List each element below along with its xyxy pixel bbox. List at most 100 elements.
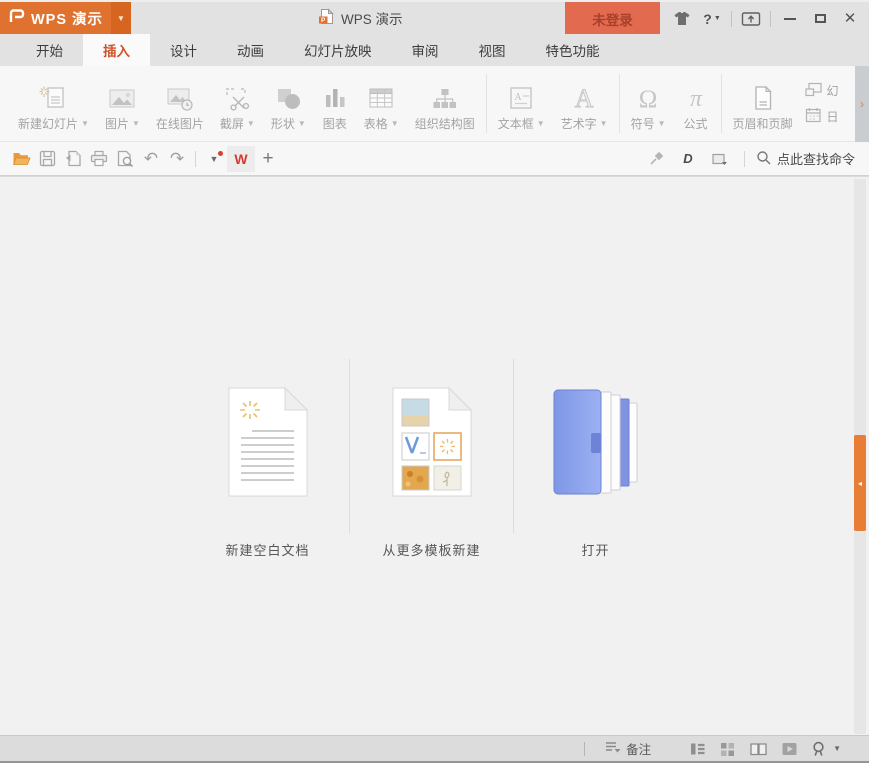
wps-logo-icon	[9, 8, 25, 28]
login-button[interactable]: 未登录	[565, 2, 660, 35]
tab-view[interactable]: 视图	[459, 34, 526, 66]
open-file-launcher-button[interactable]: 打开	[514, 359, 677, 559]
tab-home[interactable]: 开始	[16, 34, 83, 66]
share-button[interactable]	[707, 146, 733, 172]
divider	[770, 11, 771, 27]
screenshot-button[interactable]: 截屏▼	[212, 66, 263, 141]
dropdown-icon: ▼	[298, 119, 306, 128]
dropdown-icon: ▼	[247, 119, 255, 128]
ribbon-group-divider	[721, 74, 722, 133]
slide-number-button[interactable]: 幻	[805, 82, 857, 100]
wps-writer-doc-tab[interactable]: W	[227, 146, 255, 172]
start-page: 新建空白文档 从更多模板新建	[0, 176, 869, 735]
launch-label: 新建空白文档	[225, 540, 309, 559]
svg-text:Ω: Ω	[639, 86, 658, 113]
template-document-icon	[392, 387, 472, 502]
task-pane-expander[interactable]: ◂	[854, 435, 866, 531]
chart-button[interactable]: 图表	[314, 66, 356, 141]
divider	[195, 151, 196, 167]
tab-special-features[interactable]: 特色功能	[526, 34, 620, 66]
launch-label: 从更多模板新建	[382, 540, 480, 559]
new-slide-icon	[38, 81, 68, 115]
print-preview-button[interactable]	[112, 146, 138, 172]
symbol-button[interactable]: Ω 符号▼	[623, 66, 674, 141]
shapes-button[interactable]: 形状▼	[263, 66, 314, 141]
tools-pin-icon[interactable]	[643, 146, 669, 172]
export-pdf-button[interactable]	[60, 146, 86, 172]
search-hint-text: 点此查找命令	[777, 149, 855, 168]
blank-document-icon	[228, 387, 308, 502]
print-button[interactable]	[86, 146, 112, 172]
command-search[interactable]: 点此查找命令	[756, 149, 855, 168]
picture-icon	[108, 81, 136, 115]
quick-access-toolbar: ↶ ↷ ▼ W + D 点此查找命令	[0, 142, 869, 176]
minimize-button[interactable]	[777, 7, 803, 31]
word-art-icon: A	[570, 81, 598, 115]
header-footer-button[interactable]: 页眉和页脚	[725, 66, 801, 141]
tab-design[interactable]: 设计	[150, 34, 217, 66]
ribbon-scroll-right-button[interactable]: ›	[855, 66, 869, 142]
redo-button[interactable]: ↷	[164, 146, 190, 172]
table-button[interactable]: 表格▼	[356, 66, 407, 141]
maximize-button[interactable]	[807, 7, 833, 31]
text-box-button[interactable]: A 文本框▼	[490, 66, 553, 141]
collapse-ribbon-button[interactable]	[738, 7, 764, 31]
app-button-label: WPS 演示	[31, 8, 103, 29]
expand-arrow-icon: ◂	[858, 479, 862, 488]
help-dropdown-icon: ▼	[714, 15, 721, 22]
dropdown-icon: ▼	[537, 119, 545, 128]
tab-insert[interactable]: 插入	[83, 34, 150, 66]
new-from-template-button[interactable]: 从更多模板新建	[350, 359, 513, 559]
date-time-icon	[805, 107, 822, 126]
mode-medal-button[interactable]	[811, 741, 826, 757]
formula-pi-icon: π	[682, 81, 710, 115]
reading-view-button[interactable]	[749, 741, 768, 757]
dropdown-icon: ▼	[81, 119, 89, 128]
customize-toolbar-button[interactable]: ▼	[201, 146, 227, 172]
chart-icon	[322, 81, 348, 115]
document-title-text: WPS 演示	[341, 8, 403, 28]
dropdown-icon: ▼	[391, 119, 399, 128]
open-file-button[interactable]	[8, 146, 34, 172]
ribbon-group-divider	[619, 74, 620, 133]
tab-slideshow[interactable]: 幻灯片放映	[284, 34, 392, 66]
app-menu-dropdown-icon[interactable]: ▼	[111, 2, 131, 34]
document-icon: P	[318, 8, 334, 28]
title-bar: WPS 演示 ▼ P WPS 演示 未登录 ?▼ ✕	[0, 0, 869, 34]
svg-text:π: π	[690, 86, 703, 112]
skin-icon[interactable]	[669, 7, 695, 31]
search-icon	[756, 150, 771, 168]
svg-text:A: A	[575, 84, 594, 113]
app-menu-button[interactable]: WPS 演示 ▼	[0, 2, 131, 34]
mode-dropdown-icon[interactable]: ▼	[833, 744, 841, 753]
picture-button[interactable]: 图片▼	[97, 66, 148, 141]
shapes-icon	[275, 81, 302, 115]
org-chart-button[interactable]: 组织结构图	[407, 66, 483, 141]
word-art-button[interactable]: A 艺术字▼	[553, 66, 616, 141]
svg-text:A: A	[515, 92, 523, 103]
docer-templates-button[interactable]: D	[675, 146, 701, 172]
undo-button[interactable]: ↶	[138, 146, 164, 172]
divider	[744, 151, 745, 167]
normal-view-button[interactable]	[689, 741, 706, 757]
ribbon-group-divider	[486, 74, 487, 133]
close-button[interactable]: ✕	[837, 7, 863, 31]
new-slide-button[interactable]: 新建幻灯片▼	[10, 66, 97, 141]
slideshow-play-button[interactable]	[781, 741, 798, 757]
title-bar-controls: ?▼ ✕	[669, 2, 863, 35]
symbol-omega-icon: Ω	[634, 81, 662, 115]
help-button[interactable]: ?▼	[699, 7, 725, 31]
tab-animation[interactable]: 动画	[217, 34, 284, 66]
date-time-button[interactable]: 日	[805, 107, 857, 126]
tab-review[interactable]: 审阅	[392, 34, 459, 66]
divider	[584, 742, 585, 756]
text-box-icon: A	[507, 81, 535, 115]
online-picture-button[interactable]: 在线图片	[148, 66, 212, 141]
formula-button[interactable]: π 公式	[674, 66, 718, 141]
notes-button[interactable]: 备注	[604, 738, 651, 759]
new-blank-document-button[interactable]: 新建空白文档	[186, 359, 349, 559]
new-tab-button[interactable]: +	[255, 146, 281, 172]
slide-sorter-view-button[interactable]	[719, 741, 736, 757]
save-button[interactable]	[34, 146, 60, 172]
ribbon-insert-panel: 新建幻灯片▼ 图片▼ 在线图片 截屏▼ 形状▼ 图表 表格▼	[0, 66, 869, 142]
